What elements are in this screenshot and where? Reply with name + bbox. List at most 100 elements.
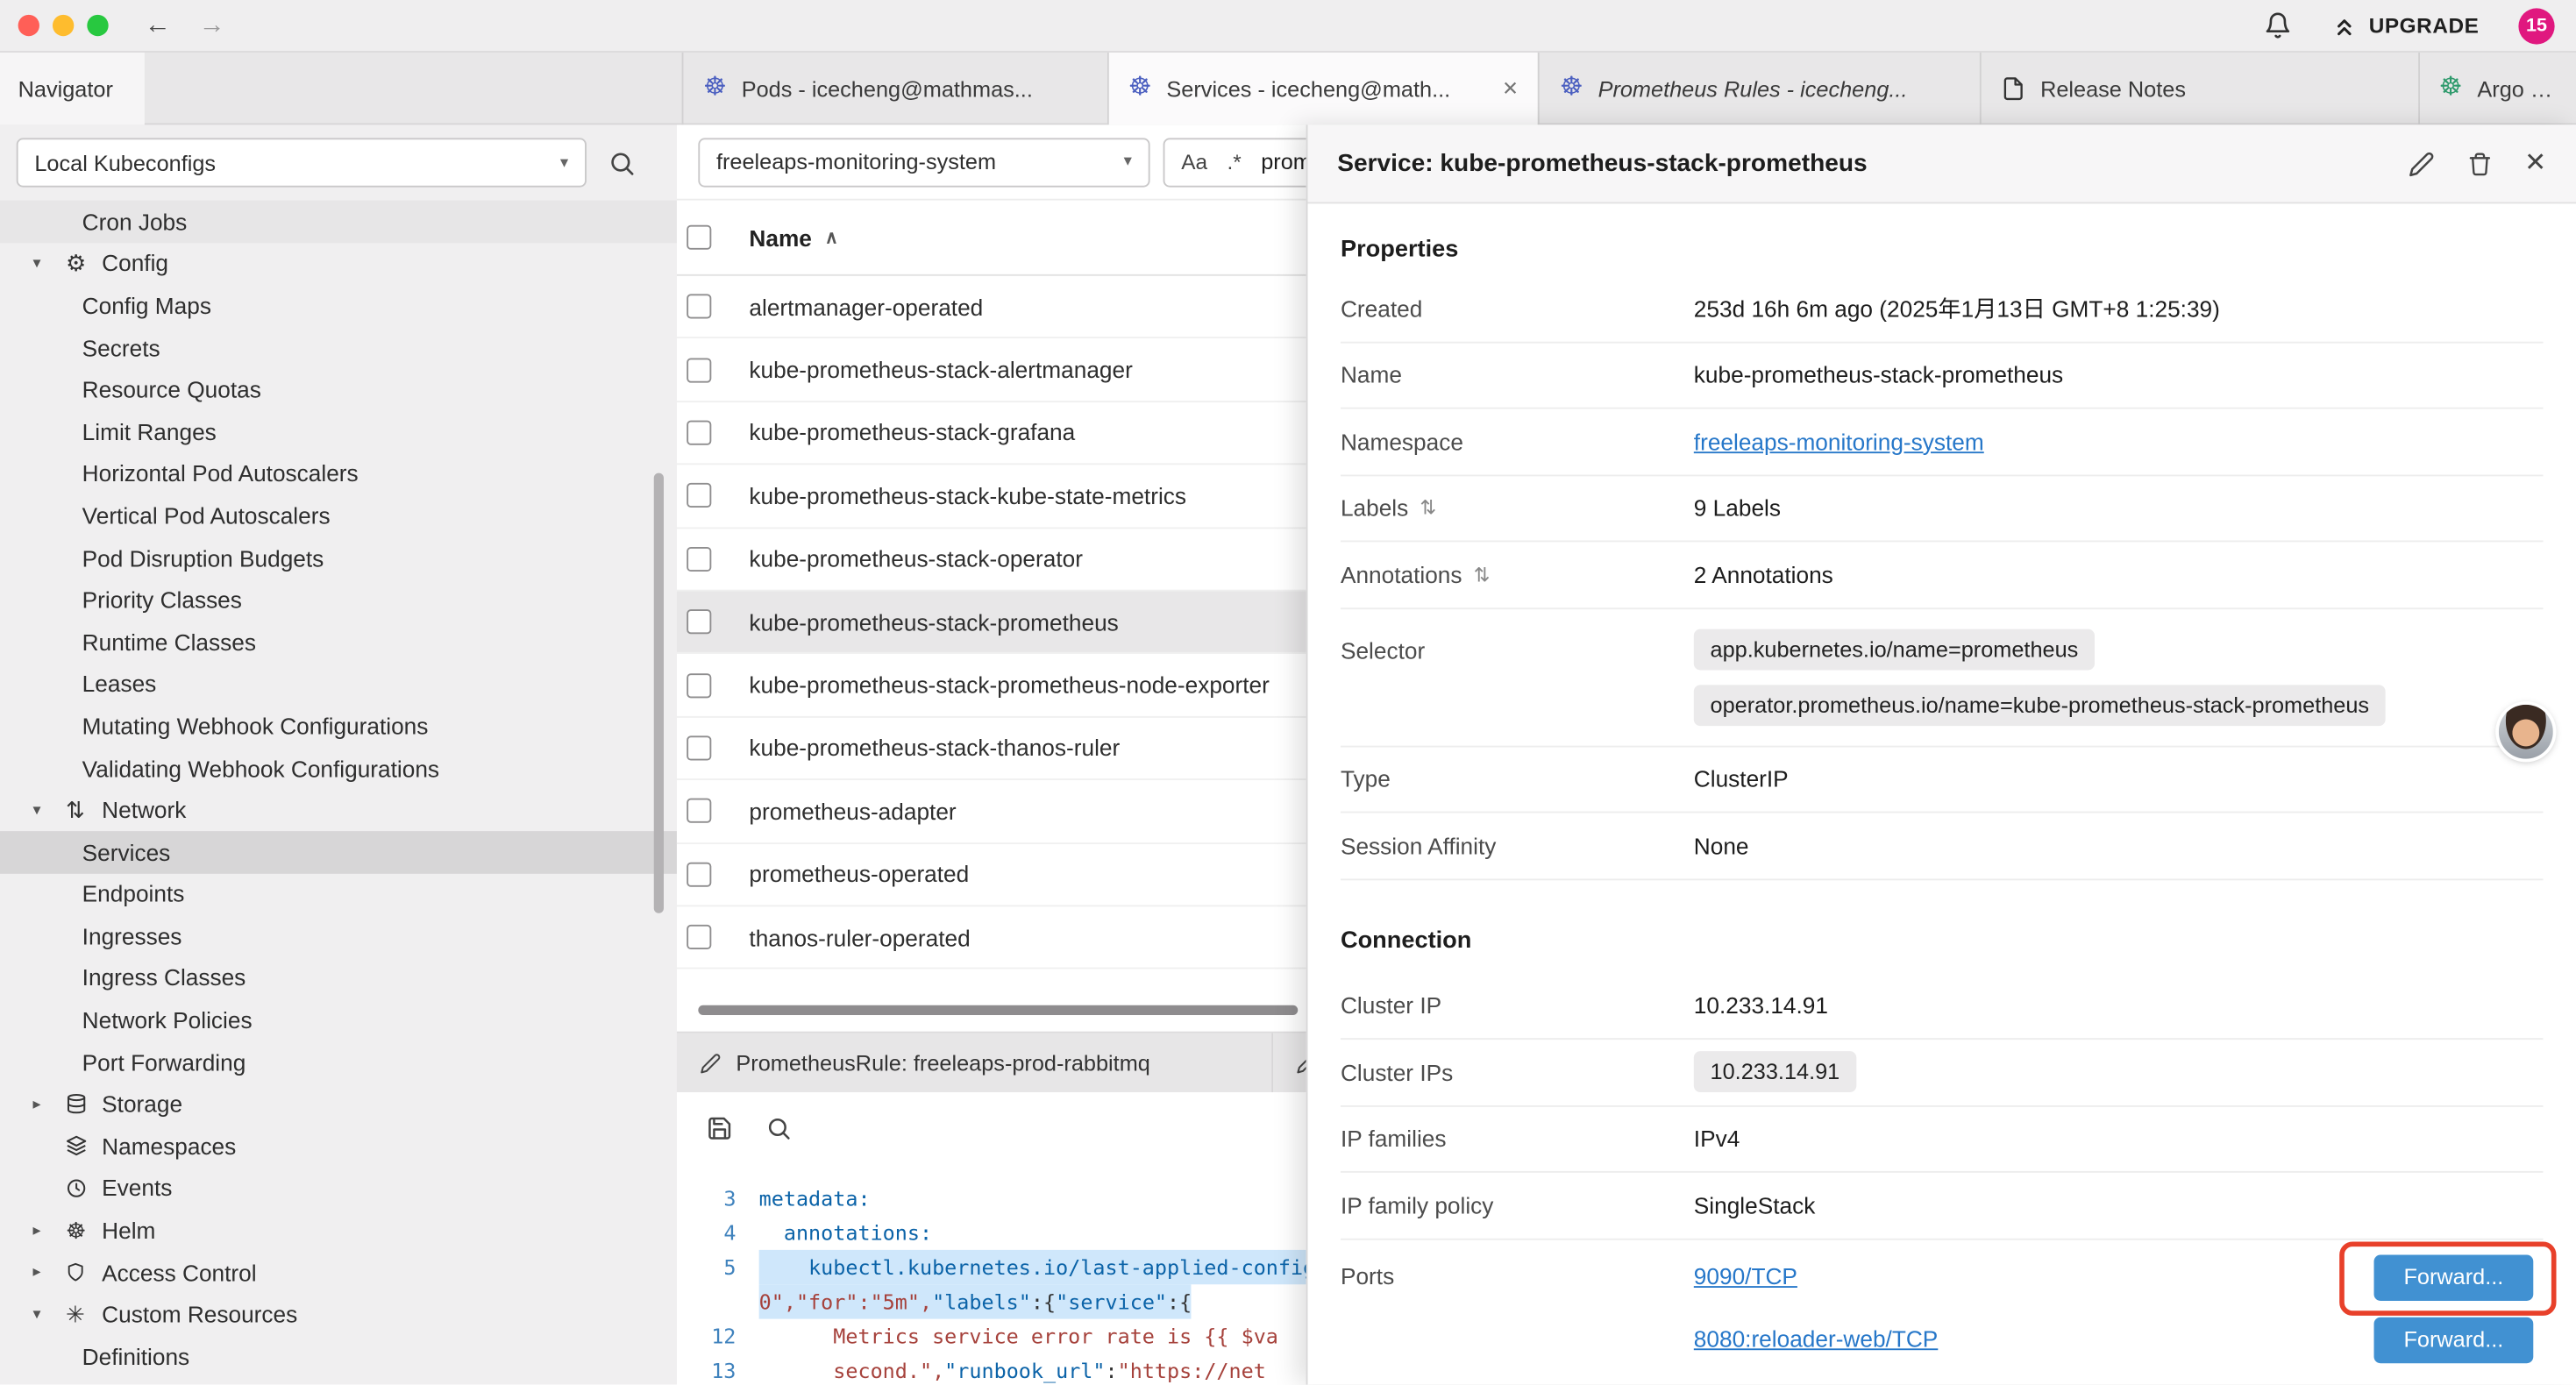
kubernetes-icon: ☸ xyxy=(703,75,727,102)
save-icon[interactable] xyxy=(707,1115,733,1141)
chevron-down-icon: ▾ xyxy=(32,801,65,820)
sidebar-item-mutating-webhook-configurations[interactable]: Mutating Webhook Configurations xyxy=(0,705,677,747)
sidebar-scrollbar[interactable] xyxy=(654,473,664,913)
edit-pencil-icon[interactable] xyxy=(2408,150,2434,176)
sidebar-item-namespaces[interactable]: Namespaces xyxy=(0,1126,677,1168)
row-checkbox[interactable] xyxy=(687,358,711,382)
row-checkbox[interactable] xyxy=(687,925,711,949)
maximize-window-button[interactable] xyxy=(87,15,108,36)
sidebar-item-pod-disruption-budgets[interactable]: Pod Disruption Budgets xyxy=(0,536,677,579)
sidebar-item-network-policies[interactable]: Network Policies xyxy=(0,999,677,1041)
sidebar-item-secrets[interactable]: Secrets xyxy=(0,326,677,368)
property-row-session-affinity: Session Affinity None xyxy=(1341,813,2544,879)
user-avatar[interactable] xyxy=(2499,705,2553,759)
sidebar-item-helm[interactable]: ▸ ☸ Helm xyxy=(0,1210,677,1252)
sidebar-item-vertical-pod-autoscalers[interactable]: Vertical Pod Autoscalers xyxy=(0,494,677,536)
notifications-bell-icon[interactable] xyxy=(2264,11,2292,39)
tab-services[interactable]: ☸ Services - icecheng@math... ✕ xyxy=(1107,53,1538,124)
select-all-checkbox[interactable] xyxy=(687,225,711,250)
row-checkbox[interactable] xyxy=(687,672,711,697)
sidebar-item-priority-classes[interactable]: Priority Classes xyxy=(0,579,677,621)
namespace-selector[interactable]: freeleaps-monitoring-system ▾ xyxy=(698,137,1149,186)
connection-row-ip-families: IP families IPv4 xyxy=(1341,1106,2544,1173)
match-case-toggle[interactable]: Aa xyxy=(1181,150,1207,174)
tab-release-notes[interactable]: Release Notes xyxy=(1980,53,2418,124)
sidebar-item-runtime-classes[interactable]: Runtime Classes xyxy=(0,621,677,663)
asterisk-icon: ✳ xyxy=(66,1303,102,1325)
sidebar-item-cron-jobs[interactable]: Cron Jobs xyxy=(0,201,677,243)
kubeconfig-selector[interactable]: Local Kubeconfigs ▾ xyxy=(17,138,587,187)
sort-ascending-icon: ∧ xyxy=(825,227,838,248)
forward-button[interactable]: → xyxy=(199,11,225,40)
close-tab-icon[interactable]: ✕ xyxy=(1502,77,1519,100)
regex-toggle[interactable]: .* xyxy=(1227,150,1241,174)
sidebar-item-access-control[interactable]: ▸ Access Control xyxy=(0,1251,677,1293)
sidebar-item-definitions[interactable]: Definitions xyxy=(0,1335,677,1377)
delete-trash-icon[interactable] xyxy=(2467,150,2492,176)
expander-icon[interactable]: ⇅ xyxy=(1420,496,1436,519)
forward-button[interactable]: Forward... xyxy=(2374,1254,2534,1300)
sidebar-item-resource-quotas[interactable]: Resource Quotas xyxy=(0,368,677,410)
selector-chip: operator.prometheus.io/name=kube-prometh… xyxy=(1694,684,2386,725)
close-drawer-icon[interactable]: ✕ xyxy=(2524,150,2546,176)
upgrade-button[interactable]: UPGRADE xyxy=(2331,12,2480,39)
row-checkbox[interactable] xyxy=(687,799,711,823)
sidebar-item-config-maps[interactable]: Config Maps xyxy=(0,285,677,327)
row-checkbox[interactable] xyxy=(687,295,711,319)
dock-tab-prometheusrule[interactable]: PrometheusRule: freeleaps-prod-rabbitmq xyxy=(677,1033,1273,1092)
sidebar-item-ingresses[interactable]: Ingresses xyxy=(0,915,677,957)
sidebar-item-network[interactable]: ▾ ⇅ Network xyxy=(0,789,677,831)
sidebar-item-horizontal-pod-autoscalers[interactable]: Horizontal Pod Autoscalers xyxy=(0,452,677,494)
close-window-button[interactable] xyxy=(18,15,39,36)
namespace-selected-value: freeleaps-monitoring-system xyxy=(716,150,996,174)
property-row-annotations: Annotations⇅ 2 Annotations xyxy=(1341,542,2544,608)
property-row-namespace: Namespace freeleaps-monitoring-system xyxy=(1341,409,2544,476)
chevron-down-icon: ▾ xyxy=(32,254,65,273)
tab-argo[interactable]: ☸ Argo Se xyxy=(2417,53,2576,124)
property-row-created: Created 253d 16h 6m ago (2025年1月13日 GMT+… xyxy=(1341,276,2544,343)
port-link-8080[interactable]: 8080:reloader-web/TCP xyxy=(1694,1325,1939,1351)
network-updown-icon: ⇅ xyxy=(66,799,102,821)
sidebar-item-services[interactable]: Services xyxy=(0,831,677,873)
property-row-name: Name kube-prometheus-stack-prometheus xyxy=(1341,343,2544,409)
sidebar-item-storage[interactable]: ▸ Storage xyxy=(0,1083,677,1126)
editor-search-icon[interactable] xyxy=(765,1115,792,1141)
sidebar-item-events[interactable]: Events xyxy=(0,1168,677,1210)
namespace-link[interactable]: freeleaps-monitoring-system xyxy=(1694,429,1984,455)
search-icon[interactable] xyxy=(608,149,636,177)
expander-icon[interactable]: ⇅ xyxy=(1474,563,1491,586)
port-link-9090[interactable]: 9090/TCP xyxy=(1694,1262,1797,1289)
pencil-icon xyxy=(700,1052,721,1073)
sidebar-item-ingress-classes[interactable]: Ingress Classes xyxy=(0,957,677,999)
row-checkbox[interactable] xyxy=(687,484,711,508)
name-column-header[interactable]: Name xyxy=(749,224,811,251)
navigator-panel-tab[interactable]: Navigator xyxy=(0,53,145,124)
selector-chip: app.kubernetes.io/name=prometheus xyxy=(1694,629,2095,670)
tab-pods[interactable]: ☸ Pods - icecheng@mathmas... xyxy=(682,53,1107,124)
row-checkbox[interactable] xyxy=(687,735,711,760)
service-details-drawer: Service: kube-prometheus-stack-prometheu… xyxy=(1306,124,2576,1384)
row-checkbox[interactable] xyxy=(687,546,711,571)
forward-button[interactable]: Forward... xyxy=(2374,1317,2534,1362)
titlebar: ← → UPGRADE 15 xyxy=(0,0,2576,53)
row-checkbox[interactable] xyxy=(687,862,711,886)
sidebar-item-port-forwarding[interactable]: Port Forwarding xyxy=(0,1041,677,1083)
notification-count-badge[interactable]: 15 xyxy=(2518,7,2554,43)
row-checkbox[interactable] xyxy=(687,421,711,445)
cluster-ip-chip: 10.233.14.91 xyxy=(1694,1052,1856,1093)
chevron-right-icon: ▸ xyxy=(32,1221,65,1239)
tab-prometheus-rules[interactable]: ☸ Prometheus Rules - icecheng... xyxy=(1538,53,1979,124)
sidebar-item-limit-ranges[interactable]: Limit Ranges xyxy=(0,410,677,452)
window-controls xyxy=(18,15,109,36)
sidebar-item-validating-webhook-configurations[interactable]: Validating Webhook Configurations xyxy=(0,747,677,789)
sidebar-item-config[interactable]: ▾ ⚙ Config xyxy=(0,243,677,285)
minimize-window-button[interactable] xyxy=(53,15,74,36)
sidebar-item-endpoints[interactable]: Endpoints xyxy=(0,873,677,915)
connection-row-ip-family-policy: IP family policy SingleStack xyxy=(1341,1173,2544,1239)
row-checkbox[interactable] xyxy=(687,609,711,634)
sidebar-item-custom-resources[interactable]: ▾ ✳ Custom Resources xyxy=(0,1293,677,1335)
chevron-right-icon: ▸ xyxy=(32,1095,65,1113)
horizontal-scrollbar[interactable] xyxy=(698,1005,1298,1015)
back-button[interactable]: ← xyxy=(145,11,171,40)
sidebar-item-leases[interactable]: Leases xyxy=(0,663,677,705)
